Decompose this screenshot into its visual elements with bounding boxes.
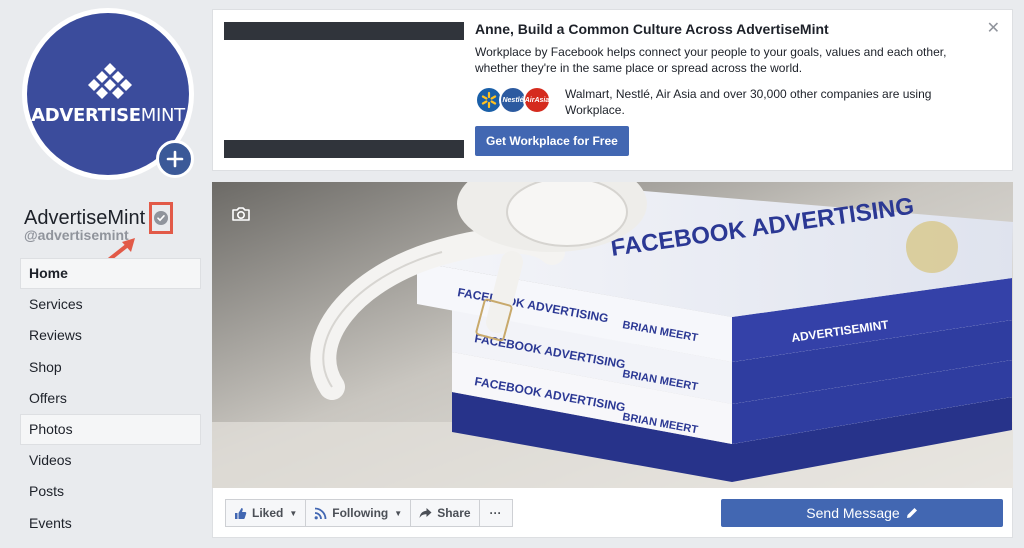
video-letterbox-bottom — [224, 140, 464, 158]
share-label: Share — [437, 506, 471, 520]
plus-icon — [166, 150, 184, 168]
rss-icon — [314, 507, 327, 520]
following-label: Following — [332, 506, 389, 520]
walmart-spark-icon — [481, 91, 497, 109]
chevron-down-icon: ▼ — [394, 508, 403, 518]
page-action-bar: Liked ▼ Following ▼ Share ··· Send Messa… — [212, 488, 1013, 538]
action-buttons: Liked ▼ Following ▼ Share ··· — [225, 499, 513, 527]
logo-wordmark: ADVERTISEMINT — [31, 105, 185, 126]
camera-icon[interactable] — [231, 206, 251, 222]
verified-highlight-box — [149, 202, 174, 234]
airasia-logo: AirAsia — [523, 86, 551, 114]
profile-picture[interactable]: ADVERTISEMINT — [22, 8, 194, 180]
thumbs-up-icon — [234, 507, 247, 520]
send-message-button[interactable]: Send Message — [721, 499, 1003, 527]
send-message-label: Send Message — [806, 505, 900, 521]
close-icon[interactable]: ✕ — [987, 18, 1000, 38]
brands-text: Walmart, Nestlé, Air Asia and over 30,00… — [565, 87, 932, 117]
chevron-down-icon: ▼ — [289, 508, 298, 518]
share-arrow-icon — [419, 507, 432, 519]
brand-logos: Nestlé AirAsia — [475, 86, 555, 114]
pencil-icon — [906, 507, 918, 519]
promo-video[interactable] — [224, 22, 464, 158]
get-workplace-button[interactable]: Get Workplace for Free — [475, 126, 629, 156]
book-seal — [906, 221, 958, 273]
more-dots-icon: ··· — [489, 506, 502, 520]
following-button[interactable]: Following ▼ — [305, 499, 412, 527]
nav-item-posts[interactable]: Posts — [20, 476, 201, 507]
nav-item-videos[interactable]: Videos — [20, 445, 201, 476]
cover-illustration: FACEBOOK ADVERTISING BRIAN MEERT FACEBOO… — [212, 182, 1013, 488]
nav-item-photos[interactable]: Photos — [20, 413, 201, 446]
promo-title: Anne, Build a Common Culture Across Adve… — [475, 21, 829, 37]
nav-item-reviews[interactable]: Reviews — [20, 320, 201, 351]
share-button[interactable]: Share — [410, 499, 480, 527]
nav-item-home[interactable]: Home — [20, 258, 201, 290]
promo-description: Workplace by Facebook helps connect your… — [475, 45, 947, 75]
logo-diamond-icon — [88, 63, 132, 99]
liked-button[interactable]: Liked ▼ — [225, 499, 307, 527]
page-nav: Home Services Reviews Shop Offers Photos… — [20, 258, 201, 539]
nav-item-shop[interactable]: Shop — [20, 352, 201, 383]
add-profile-photo-button[interactable] — [156, 140, 194, 178]
cover-photo[interactable]: FACEBOOK ADVERTISING BRIAN MEERT FACEBOO… — [212, 182, 1013, 488]
verified-badge[interactable] — [154, 211, 169, 225]
more-options-button[interactable]: ··· — [478, 499, 513, 527]
liked-label: Liked — [252, 506, 284, 520]
nav-item-services[interactable]: Services — [20, 289, 201, 320]
workplace-promo-banner: Anne, Build a Common Culture Across Adve… — [212, 9, 1013, 171]
nav-item-events[interactable]: Events — [20, 508, 201, 539]
nav-item-offers[interactable]: Offers — [20, 383, 201, 414]
video-letterbox-top — [224, 22, 464, 40]
checkmark-icon — [157, 215, 165, 222]
